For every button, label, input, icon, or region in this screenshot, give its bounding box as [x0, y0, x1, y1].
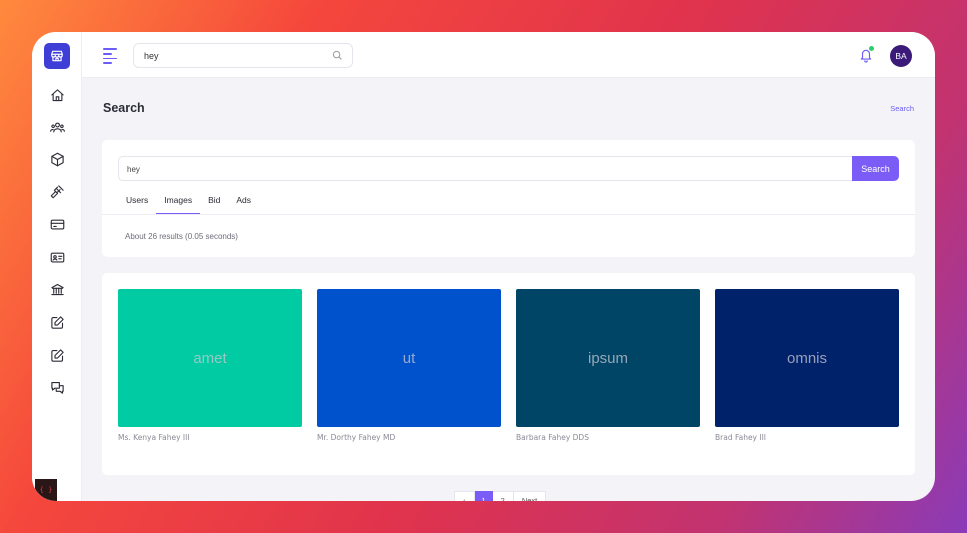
- tab-bid[interactable]: Bid: [200, 193, 228, 215]
- results-info: About 26 results (0.05 seconds): [125, 232, 238, 241]
- credit-card-icon[interactable]: [48, 215, 66, 233]
- image-result[interactable]: amet Ms. Kenya Fahey III: [118, 289, 302, 442]
- pagination-page-2[interactable]: 2: [492, 491, 514, 501]
- home-icon[interactable]: [48, 86, 66, 104]
- image-thumbnail[interactable]: ipsum: [516, 289, 700, 427]
- tab-images[interactable]: Images: [156, 193, 200, 215]
- search-button[interactable]: Search: [852, 156, 899, 181]
- image-author: Brad Fahey III: [715, 433, 767, 442]
- main-search-box: [118, 156, 853, 181]
- search-icon[interactable]: [332, 50, 343, 61]
- tab-users[interactable]: Users: [118, 193, 156, 215]
- image-author: Barbara Fahey DDS: [516, 433, 589, 442]
- image-result[interactable]: ut Mr. Dorthy Fahey MD: [317, 289, 501, 442]
- box-icon[interactable]: [48, 150, 66, 168]
- edit-icon[interactable]: [48, 313, 66, 331]
- bank-icon[interactable]: [48, 280, 66, 298]
- search-card: Search Users Images Bid Ads About 26 res…: [102, 140, 915, 257]
- topbar: BA: [82, 32, 935, 78]
- store-logo-icon[interactable]: [44, 43, 70, 69]
- image-thumbnail[interactable]: amet: [118, 289, 302, 427]
- tab-ads[interactable]: Ads: [228, 193, 259, 215]
- image-result[interactable]: omnis Brad Fahey III: [715, 289, 899, 442]
- image-author: Ms. Kenya Fahey III: [118, 433, 190, 442]
- user-avatar[interactable]: BA: [890, 45, 912, 67]
- tabs-divider: [102, 214, 915, 215]
- pagination-page-1[interactable]: 1: [474, 491, 493, 501]
- image-results-card: amet Ms. Kenya Fahey III ut Mr. Dorthy F…: [102, 273, 915, 475]
- pagination: ‹ 1 2 Next: [454, 491, 547, 501]
- notification-dot: [869, 46, 874, 51]
- notification-bell-icon[interactable]: [859, 46, 874, 63]
- image-result[interactable]: ipsum Barbara Fahey DDS: [516, 289, 700, 442]
- id-card-icon[interactable]: [48, 248, 66, 266]
- sidebar: { }: [32, 32, 82, 501]
- image-author: Mr. Dorthy Fahey MD: [317, 433, 396, 442]
- pagination-prev[interactable]: ‹: [454, 491, 475, 501]
- top-search-box: [133, 43, 353, 68]
- search-tabs: Users Images Bid Ads: [118, 193, 259, 215]
- chat-icon[interactable]: [48, 378, 66, 396]
- dev-tools-icon[interactable]: { }: [35, 479, 57, 501]
- main-search-input[interactable]: [127, 161, 827, 177]
- hamburger-menu-icon[interactable]: [103, 48, 117, 65]
- image-thumbnail[interactable]: omnis: [715, 289, 899, 427]
- users-icon[interactable]: [48, 118, 66, 136]
- edit-alt-icon[interactable]: [48, 346, 66, 364]
- page-title: Search: [103, 101, 145, 115]
- gavel-icon[interactable]: [48, 182, 66, 200]
- breadcrumb[interactable]: Search: [890, 104, 914, 113]
- pagination-next[interactable]: Next: [513, 491, 547, 501]
- app-window: { } BA Search Search Search Users Images…: [32, 32, 935, 501]
- top-search-input[interactable]: [144, 48, 324, 64]
- image-thumbnail[interactable]: ut: [317, 289, 501, 427]
